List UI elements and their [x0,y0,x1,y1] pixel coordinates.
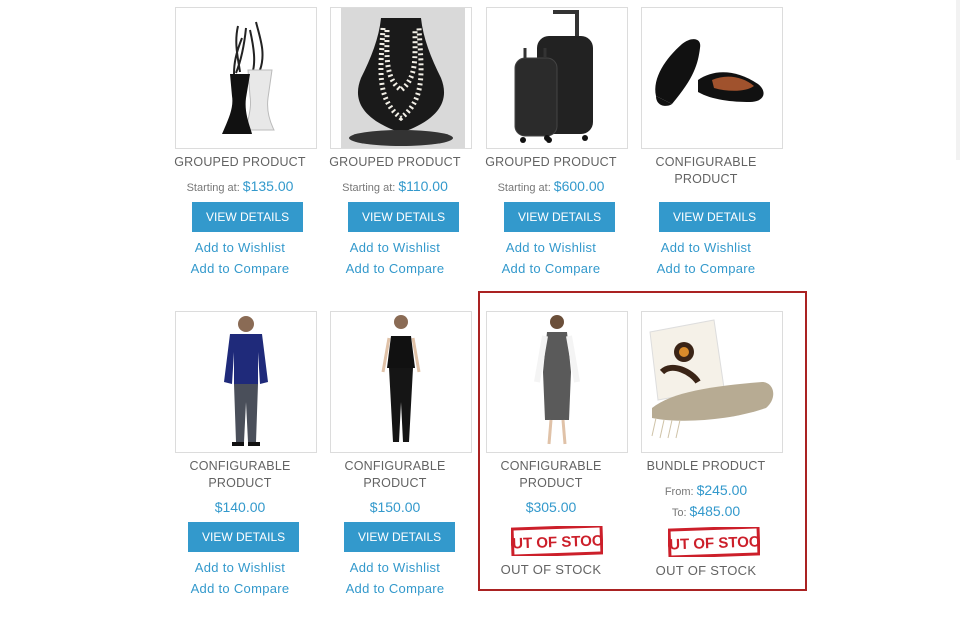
add-to-compare-link[interactable]: Add to Compare [315,261,475,276]
add-to-wishlist-link[interactable]: Add to Wishlist [315,560,475,575]
woman-icon [381,315,421,442]
add-to-compare-link[interactable]: Add to Compare [160,261,320,276]
add-to-wishlist-link[interactable]: Add to Wishlist [315,240,475,255]
view-details-button[interactable]: VIEW DETAILS [344,522,456,552]
product-name-line: CONFIGURABLE [344,459,446,473]
product-image-flats[interactable] [641,7,783,149]
man-icon [224,316,268,446]
luggage-icon [514,10,593,143]
add-to-wishlist-link[interactable]: Add to Wishlist [160,240,320,255]
shoes-icon [655,39,764,106]
price-value: $600.00 [553,178,605,194]
price-label: Starting at: [186,182,240,194]
add-to-wishlist-link[interactable]: Add to Wishlist [160,560,320,575]
price-label: Starting at: [497,182,551,194]
product-name-line: PRODUCT [208,476,272,490]
product-price: $140.00 [214,499,266,515]
product-image-woman-top[interactable] [330,311,472,453]
vase-icon [222,21,275,134]
add-to-wishlist-link[interactable]: Add to Wishlist [626,240,786,255]
product-price: Starting at: $135.00 [160,178,320,194]
view-details-button[interactable]: VIEW DETAILS [348,202,460,232]
product-price: $150.00 [369,499,421,515]
product-name[interactable]: GROUPED PRODUCT [160,154,320,171]
product-image-man[interactable] [175,311,317,453]
view-details-button[interactable]: VIEW DETAILS [659,202,771,232]
product-image-necklace[interactable] [330,7,472,149]
product-name-line: PRODUCT [674,172,738,186]
product-name-line: CONFIGURABLE [189,459,291,473]
product-name[interactable]: CONFIGURABLE PRODUCT [315,458,475,492]
price-value: $135.00 [242,178,294,194]
add-to-compare-link[interactable]: Add to Compare [315,581,475,596]
product-name-line: PRODUCT [363,476,427,490]
add-to-compare-link[interactable]: Add to Compare [471,261,631,276]
product-name[interactable]: CONFIGURABLE PRODUCT [160,458,320,492]
price-value: $110.00 [398,178,448,194]
page-edge [956,0,960,160]
product-price: Starting at: $110.00 [315,178,475,194]
add-to-wishlist-link[interactable]: Add to Wishlist [471,240,631,255]
product-name[interactable]: GROUPED PRODUCT [471,154,631,171]
add-to-compare-link[interactable]: Add to Compare [626,261,786,276]
product-image-luggage[interactable] [486,7,628,149]
price-label: Starting at: [342,182,396,194]
necklace-icon [341,8,465,148]
product-name[interactable]: CONFIGURABLE PRODUCT [626,154,786,188]
view-details-button[interactable]: VIEW DETAILS [192,202,304,232]
product-price: Starting at: $600.00 [471,178,631,194]
add-to-compare-link[interactable]: Add to Compare [160,581,320,596]
product-name-line: CONFIGURABLE [655,155,757,169]
view-details-button[interactable]: VIEW DETAILS [504,202,616,232]
out-of-stock-highlight-box [478,291,807,591]
view-details-button[interactable]: VIEW DETAILS [188,522,300,552]
product-name[interactable]: GROUPED PRODUCT [315,154,475,171]
product-image-vase[interactable] [175,7,317,149]
